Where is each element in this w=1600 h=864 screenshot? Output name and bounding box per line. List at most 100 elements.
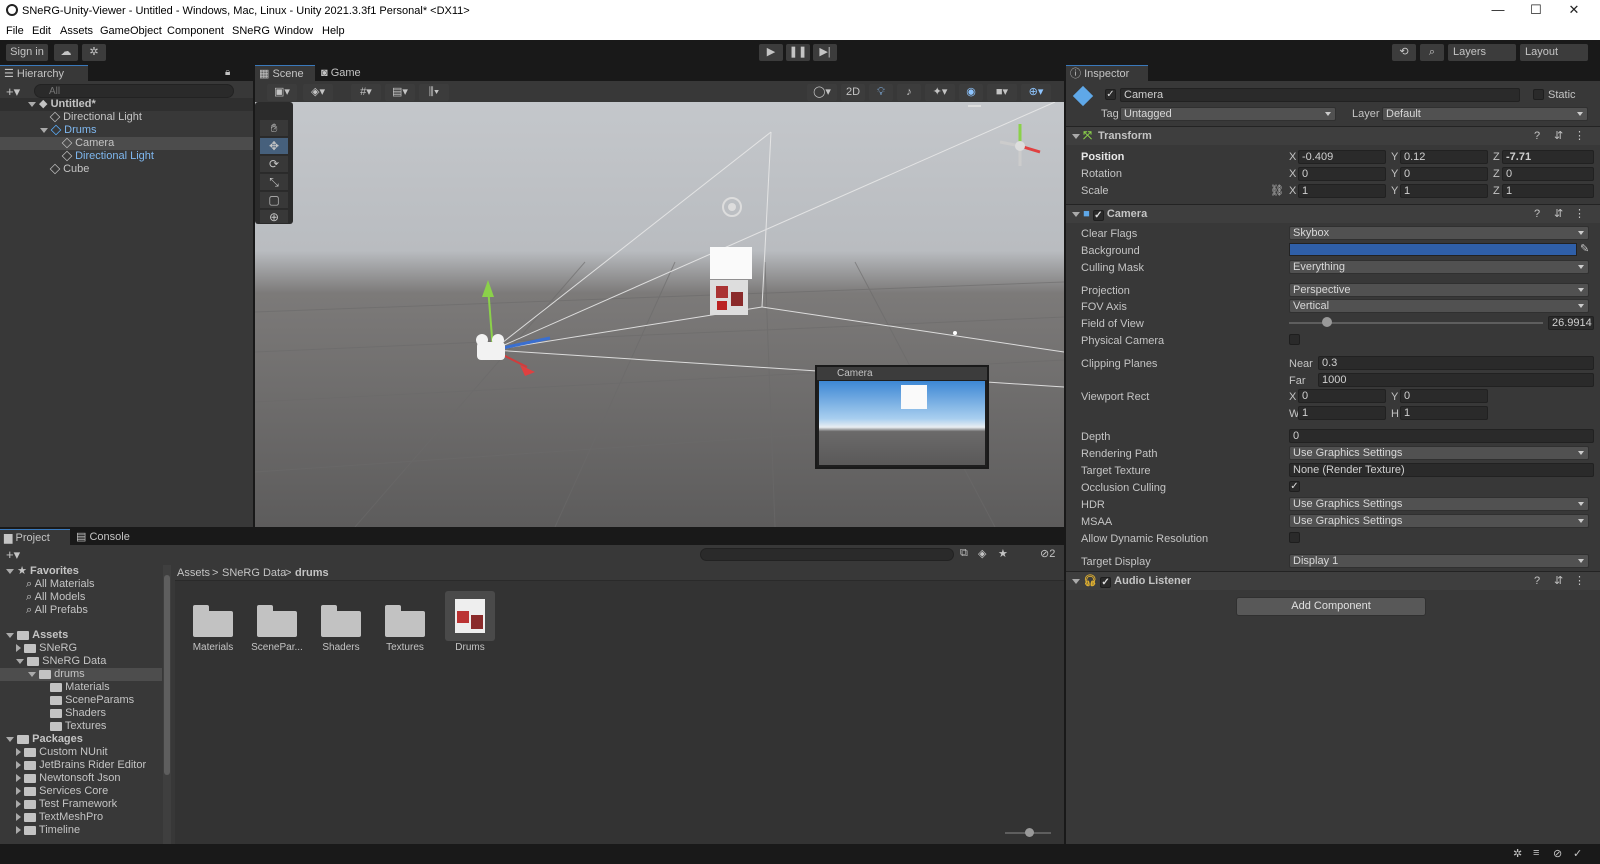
scale-x-field[interactable]: 1: [1298, 184, 1386, 198]
menu-assets[interactable]: Assets: [60, 25, 93, 37]
history-icon[interactable]: ⟲: [1392, 44, 1416, 61]
scene-viewport[interactable]: ✋︎ ✥ ⟳ ⤡ ▢ ⊕ Camera: [255, 102, 1064, 527]
tab-project[interactable]: ▆ Project: [0, 529, 70, 546]
menu-edit[interactable]: Edit: [32, 25, 51, 37]
more-icon[interactable]: ⋮: [1574, 127, 1585, 145]
preset-icon[interactable]: ⇵: [1554, 205, 1563, 223]
sign-in-button[interactable]: Sign in: [6, 44, 48, 61]
dynamic-resolution-checkbox[interactable]: [1289, 532, 1300, 543]
layers-dropdown[interactable]: Layers: [1448, 44, 1516, 61]
scale-z-field[interactable]: 1: [1502, 184, 1594, 198]
drums-prefab-thumbnail[interactable]: [445, 591, 495, 641]
tree-folder-shaders[interactable]: Shaders: [50, 707, 106, 720]
target-display-dropdown[interactable]: Display 1: [1289, 554, 1589, 568]
orientation-gizmo[interactable]: [999, 124, 1041, 166]
project-search-input[interactable]: [700, 548, 954, 561]
breadcrumb-item[interactable]: drums: [295, 567, 329, 579]
culling-mask-dropdown[interactable]: Everything: [1289, 260, 1589, 274]
msaa-dropdown[interactable]: Use Graphics Settings: [1289, 514, 1589, 528]
tree-package[interactable]: Test Framework: [16, 798, 117, 811]
help-icon[interactable]: ?: [1534, 127, 1540, 145]
position-y-field[interactable]: 0.12: [1400, 150, 1488, 164]
active-checkbox[interactable]: ✓: [1105, 89, 1116, 100]
rotation-y-field[interactable]: 0: [1400, 167, 1488, 181]
tag-dropdown[interactable]: Untagged: [1120, 107, 1336, 121]
menu-component[interactable]: Component: [167, 25, 224, 37]
progress-icon[interactable]: ✓: [1573, 847, 1582, 860]
breadcrumb-item[interactable]: SNeRG Data: [222, 567, 286, 579]
rect-tool-icon[interactable]: ▢: [260, 192, 288, 209]
play-button[interactable]: ▶: [759, 44, 783, 61]
menu-help[interactable]: Help: [322, 25, 345, 37]
camera-preview[interactable]: Camera: [815, 365, 989, 469]
hierarchy-item-directional-light[interactable]: Directional Light: [0, 111, 253, 124]
tree-package[interactable]: Custom NUnit: [16, 746, 108, 759]
tree-folder-materials[interactable]: Materials: [50, 681, 110, 694]
visibility-icon[interactable]: ◉: [959, 84, 983, 101]
2d-toggle[interactable]: 2D: [841, 84, 865, 101]
hierarchy-item-cube[interactable]: Cube: [0, 163, 253, 176]
tree-folder-textures[interactable]: Textures: [50, 720, 106, 733]
favorite-icon[interactable]: ★: [998, 547, 1008, 560]
scale-y-field[interactable]: 1: [1400, 184, 1488, 198]
menu-gameobject[interactable]: GameObject: [100, 25, 162, 37]
rendering-path-dropdown[interactable]: Use Graphics Settings: [1289, 446, 1589, 460]
object-name-field[interactable]: Camera: [1120, 88, 1520, 102]
tab-hierarchy[interactable]: ☰ Hierarchy: [0, 65, 88, 82]
viewport-y-field[interactable]: 0: [1400, 389, 1488, 403]
tree-package[interactable]: TextMeshPro: [16, 811, 103, 824]
link-icon[interactable]: ⛓︎: [1270, 184, 1284, 197]
preset-icon[interactable]: ⇵: [1554, 572, 1563, 590]
more-icon[interactable]: ⋮: [1574, 572, 1585, 590]
background-color-swatch[interactable]: [1289, 243, 1577, 256]
cube-object[interactable]: [710, 247, 752, 279]
tab-game[interactable]: ◙ Game: [317, 65, 377, 82]
asset-folder-icon[interactable]: [257, 605, 297, 637]
audio-toggle-icon[interactable]: ♪: [897, 84, 921, 101]
fov-field[interactable]: 26.9914: [1548, 316, 1594, 330]
tree-folder-drums[interactable]: drums: [0, 668, 162, 681]
breadcrumb-item[interactable]: Assets: [177, 567, 210, 579]
hand-tool-icon[interactable]: ✋︎: [260, 120, 288, 137]
effects-dropdown[interactable]: ✦▾: [925, 84, 955, 101]
near-field[interactable]: 0.3: [1318, 356, 1594, 370]
cloud-icon[interactable]: ☁: [54, 44, 78, 61]
tab-inspector[interactable]: ⓘ Inspector: [1066, 65, 1148, 82]
hierarchy-item-camera[interactable]: Camera: [0, 137, 253, 150]
increment-dropdown[interactable]: ⫼▾: [419, 84, 449, 101]
debug-icon[interactable]: ✲: [1513, 847, 1522, 860]
layout-dropdown[interactable]: Layout: [1520, 44, 1588, 61]
viewport-h-field[interactable]: 1: [1400, 406, 1488, 420]
rotate-tool-icon[interactable]: ⟳: [260, 156, 288, 173]
close-button[interactable]: ✕: [1556, 0, 1592, 22]
hidden-packages-icon[interactable]: ⊘2: [1040, 547, 1055, 560]
favorites-header[interactable]: ★ Favorites: [6, 565, 79, 578]
fov-slider-thumb[interactable]: [1322, 317, 1333, 327]
collab-icon[interactable]: ✲: [82, 44, 106, 61]
rotation-z-field[interactable]: 0: [1502, 167, 1594, 181]
audio-listener-header[interactable]: 🎧︎ ✓ Audio Listener? ⇵ ⋮: [1066, 571, 1600, 590]
tree-package[interactable]: Timeline: [16, 824, 80, 837]
menu-window[interactable]: Window: [274, 25, 313, 37]
search-by-label-icon[interactable]: ◈: [978, 547, 986, 560]
audio-listener-checkbox[interactable]: ✓: [1100, 577, 1112, 588]
tab-console[interactable]: ▤ Console: [72, 529, 142, 546]
tree-folder-sceneparams[interactable]: SceneParams: [50, 694, 134, 707]
tab-scene[interactable]: ▦ Scene: [255, 65, 315, 82]
transform-tool-icon[interactable]: ⊕: [260, 210, 288, 224]
tree-package[interactable]: Services Core: [16, 785, 108, 798]
assets-header[interactable]: Assets: [6, 629, 68, 642]
packages-header[interactable]: Packages: [6, 733, 83, 746]
viewport-x-field[interactable]: 0: [1298, 389, 1386, 403]
search-icon[interactable]: ⌕: [1420, 44, 1444, 61]
clear-flags-dropdown[interactable]: Skybox: [1289, 226, 1589, 240]
asset-folder-icon[interactable]: [193, 605, 233, 637]
far-field[interactable]: 1000: [1318, 373, 1594, 387]
scale-tool-icon[interactable]: ⤡: [260, 174, 288, 191]
shading-dropdown[interactable]: ◈▾: [303, 84, 333, 101]
lighting-toggle-icon[interactable]: 💡︎: [869, 84, 893, 101]
occlusion-culling-checkbox[interactable]: ✓: [1289, 481, 1300, 492]
preset-icon[interactable]: ⇵: [1554, 127, 1563, 145]
layers-icon[interactable]: ≡: [1533, 847, 1539, 859]
menu-snerg[interactable]: SNeRG: [232, 25, 270, 37]
